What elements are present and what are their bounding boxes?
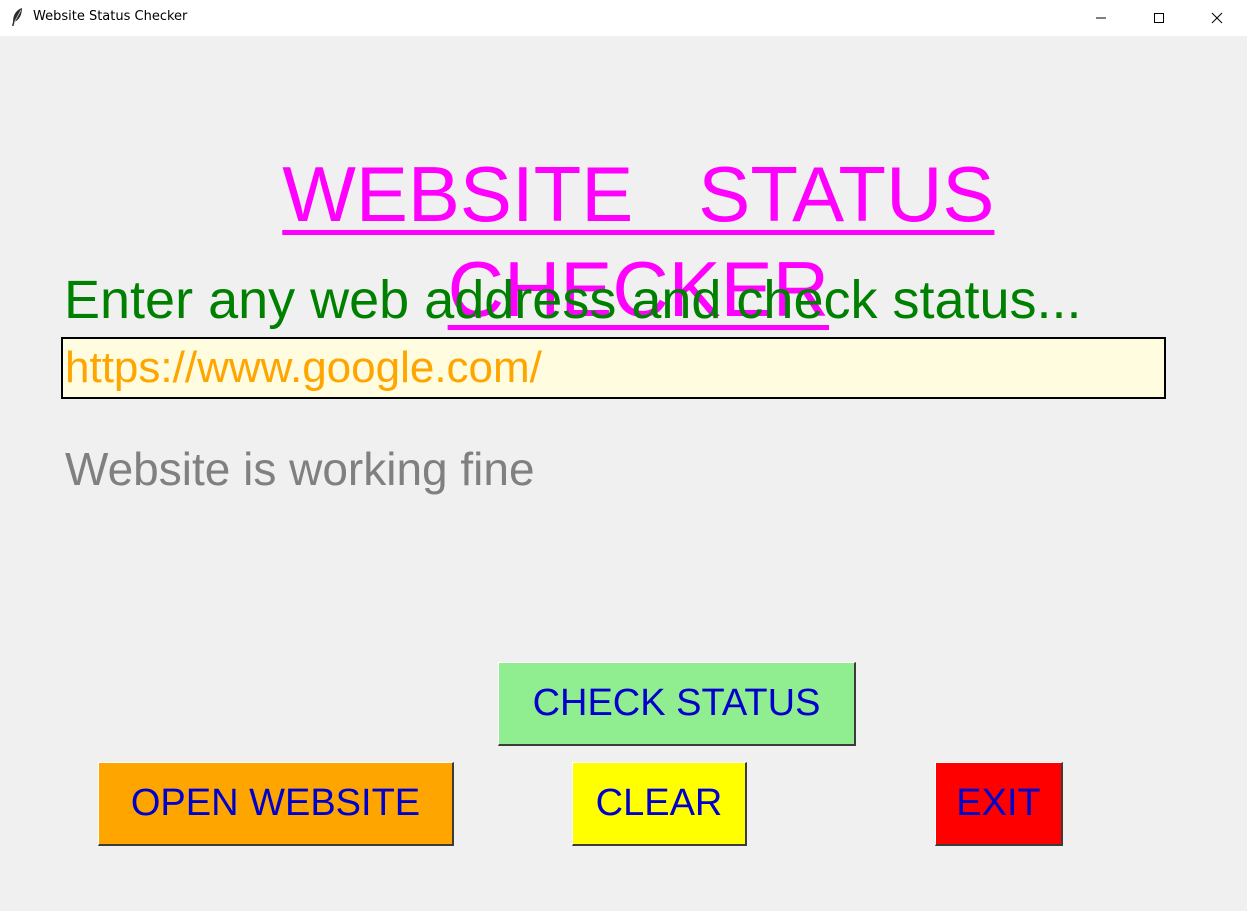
- minimize-button[interactable]: [1078, 0, 1124, 36]
- close-icon: [1211, 12, 1223, 24]
- app-window-content: WEBSITE STATUS CHECKER Enter any web add…: [0, 36, 1247, 911]
- minimize-icon: [1096, 17, 1106, 19]
- feather-icon: [12, 8, 22, 26]
- maximize-button[interactable]: [1136, 0, 1182, 36]
- window-title: Website Status Checker: [33, 9, 188, 24]
- url-input[interactable]: [61, 337, 1166, 399]
- title-bar: Website Status Checker: [0, 0, 1247, 36]
- open-website-button[interactable]: OPEN WEBSITE: [98, 762, 454, 846]
- maximize-icon: [1154, 13, 1164, 23]
- clear-button[interactable]: CLEAR: [572, 762, 747, 846]
- close-button[interactable]: [1194, 0, 1240, 36]
- status-message: Website is working fine: [65, 443, 535, 495]
- check-status-button[interactable]: CHECK STATUS: [498, 662, 856, 746]
- url-prompt-label: Enter any web address and check status..…: [64, 270, 1082, 330]
- exit-button[interactable]: EXIT: [935, 762, 1063, 846]
